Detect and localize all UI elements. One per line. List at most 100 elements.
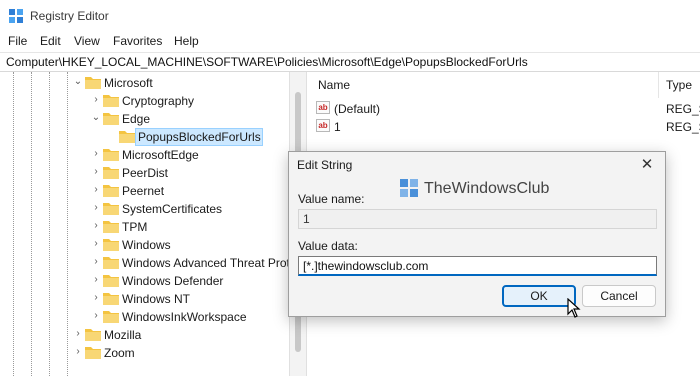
folder-icon — [119, 131, 135, 143]
folder-icon — [103, 149, 119, 161]
tree-item-label: MicrosoftEdge — [122, 148, 199, 162]
tree-item-label: Peernet — [122, 184, 165, 198]
dialog-title: Edit String — [297, 158, 353, 172]
tree-item-edge[interactable]: ⌄ Edge — [91, 110, 286, 128]
tree-item-label: WindowsInkWorkspace — [122, 310, 247, 324]
menu-help[interactable]: Help — [174, 34, 199, 48]
chevron-right-icon[interactable]: › — [91, 149, 101, 159]
tree-item-label: Microsoft — [104, 76, 153, 90]
menu-edit[interactable]: Edit — [40, 34, 61, 48]
tree-item-windowsinkworkspace[interactable]: › WindowsInkWorkspace — [91, 308, 286, 326]
value-name: (Default) — [334, 102, 381, 116]
tree-item-label: PeerDist — [122, 166, 169, 180]
folder-icon — [85, 347, 101, 359]
folder-icon — [103, 167, 119, 179]
chevron-right-icon[interactable]: › — [91, 95, 101, 105]
chevron-right-icon[interactable]: › — [73, 347, 83, 357]
folder-icon — [85, 329, 101, 341]
registry-editor-icon — [9, 9, 23, 23]
address-bar[interactable]: Computer\HKEY_LOCAL_MACHINE\SOFTWARE\Pol… — [0, 52, 700, 72]
tree-item-windows-nt[interactable]: › Windows NT — [91, 290, 286, 308]
watermark-text: TheWindowsClub — [424, 180, 550, 197]
menu-favorites[interactable]: Favorites — [113, 34, 162, 48]
chevron-down-icon[interactable]: ⌄ — [73, 77, 83, 87]
tree-item-label: Windows NT — [122, 292, 191, 306]
title-bar: Registry Editor — [0, 0, 700, 32]
tree-item-label: PopupsBlockedForUrls — [138, 130, 261, 144]
address-path[interactable]: Computer\HKEY_LOCAL_MACHINE\SOFTWARE\Pol… — [6, 55, 528, 69]
value-name-label: Value name: — [298, 192, 365, 206]
tree-item-cryptography[interactable]: › Cryptography — [91, 92, 286, 110]
chevron-down-icon[interactable]: ⌄ — [91, 113, 101, 123]
tree-item-mozilla[interactable]: › Mozilla — [73, 326, 283, 344]
chevron-right-icon[interactable]: › — [91, 185, 101, 195]
folder-icon — [103, 257, 119, 269]
chevron-right-icon[interactable]: › — [91, 221, 101, 231]
chevron-right-icon[interactable]: › — [91, 293, 101, 303]
tree-item-label: Mozilla — [104, 328, 142, 342]
chevron-right-icon[interactable]: › — [91, 239, 101, 249]
tree-item-label: TPM — [122, 220, 148, 234]
value-row-1[interactable]: ab 1 REG_SZ — [316, 117, 700, 135]
tree-item-popupsblockedforurls[interactable]: PopupsBlockedForUrls — [107, 128, 267, 146]
tree-guide-line — [67, 72, 68, 376]
thewindowsclub-logo-icon — [400, 179, 418, 197]
value-type: REG_SZ — [666, 120, 700, 134]
value-name-field[interactable]: 1 — [298, 209, 657, 229]
tree-item-windows-advanced-threat-protection[interactable]: › Windows Advanced Threat Prot — [91, 254, 289, 272]
cancel-button[interactable]: Cancel — [582, 285, 656, 307]
folder-icon — [103, 239, 119, 251]
tree-item-peerdist[interactable]: › PeerDist — [91, 164, 286, 182]
folder-icon — [103, 293, 119, 305]
tree-guide-line — [13, 72, 14, 376]
value-row-default[interactable]: ab (Default) REG_SZ — [316, 99, 700, 117]
folder-icon — [103, 275, 119, 287]
value-name: 1 — [334, 120, 341, 134]
menu-view[interactable]: View — [74, 34, 100, 48]
tree-guide-line — [49, 72, 50, 376]
chevron-right-icon[interactable]: › — [73, 329, 83, 339]
tree-item-systemcertificates[interactable]: › SystemCertificates — [91, 200, 286, 218]
close-icon[interactable]: ✕ — [635, 154, 659, 176]
menu-bar: File Edit View Favorites Help — [0, 32, 700, 52]
tree-item-windows[interactable]: › Windows — [91, 236, 286, 254]
column-header-name[interactable]: Name — [318, 78, 350, 92]
tree-item-label: Windows Defender — [122, 274, 224, 288]
string-value-icon: ab — [316, 101, 330, 114]
tree-item-label: Edge — [122, 112, 151, 126]
value-data-field[interactable]: [*.]thewindowsclub.com — [298, 256, 657, 276]
folder-icon — [103, 113, 119, 125]
chevron-right-icon[interactable]: › — [91, 311, 101, 321]
ok-button[interactable]: OK — [502, 285, 576, 307]
string-value-icon: ab — [316, 119, 330, 132]
folder-icon — [85, 77, 101, 89]
value-data-label: Value data: — [298, 239, 358, 253]
tree-item-microsoft[interactable]: ⌄ Microsoft — [73, 74, 283, 92]
tree-item-windows-defender[interactable]: › Windows Defender — [91, 272, 286, 290]
folder-icon — [103, 203, 119, 215]
chevron-right-icon[interactable]: › — [91, 167, 101, 177]
folder-icon — [103, 95, 119, 107]
value-type: REG_SZ — [666, 102, 700, 116]
edit-string-dialog: Edit String ✕ Value name: 1 Value data: … — [288, 151, 666, 317]
tree-item-tpm[interactable]: › TPM — [91, 218, 286, 236]
column-separator[interactable] — [658, 72, 659, 98]
menu-file[interactable]: File — [8, 34, 27, 48]
key-tree: ⌄ Microsoft › Cryptography ⌄ Edge Popups… — [0, 72, 289, 376]
chevron-right-icon[interactable]: › — [91, 203, 101, 213]
chevron-right-icon[interactable]: › — [91, 257, 101, 267]
tree-item-label: SystemCertificates — [122, 202, 223, 216]
chevron-right-icon[interactable]: › — [91, 275, 101, 285]
tree-item-zoom[interactable]: › Zoom — [73, 344, 283, 362]
window-title: Registry Editor — [30, 9, 109, 23]
folder-icon — [103, 221, 119, 233]
column-header-type[interactable]: Type — [666, 78, 692, 92]
tree-item-label: Windows Advanced Threat Prot — [122, 256, 289, 270]
folder-icon — [103, 311, 119, 323]
tree-item-peernet[interactable]: › Peernet — [91, 182, 286, 200]
tree-item-microsoftedge[interactable]: › MicrosoftEdge — [91, 146, 286, 164]
tree-item-label: Zoom — [104, 346, 135, 360]
tree-guide-line — [31, 72, 32, 376]
tree-item-label: Cryptography — [122, 94, 195, 108]
tree-item-label: Windows — [122, 238, 171, 252]
